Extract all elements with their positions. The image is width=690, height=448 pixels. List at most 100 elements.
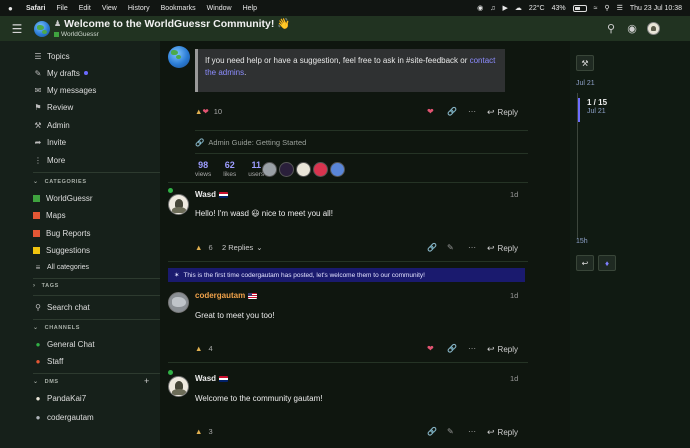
apple-icon[interactable]: ●	[8, 4, 18, 13]
link-icon[interactable]: 🔗	[447, 107, 457, 116]
categories-heading[interactable]: ⌄ CATEGORIES	[33, 178, 87, 186]
avatar[interactable]	[168, 376, 189, 397]
more-icon[interactable]: ⋯	[468, 344, 476, 353]
record-icon[interactable]: ◉	[477, 4, 483, 12]
post-date[interactable]: 1d	[510, 291, 518, 300]
play-icon[interactable]: ▶	[503, 4, 508, 12]
clock[interactable]: Thu 23 Jul 10:38	[630, 5, 682, 12]
more-icon[interactable]: ⋯	[468, 107, 476, 116]
post-likes[interactable]: ▲ 6	[195, 243, 213, 252]
sidebar-item-review[interactable]: ⚑ Review	[33, 100, 73, 114]
admin-avatar[interactable]	[168, 46, 190, 68]
tags-heading[interactable]: › TAGS	[33, 283, 59, 289]
menu-safari[interactable]: Safari	[26, 5, 45, 12]
admin-wrench-button[interactable]: ⚒	[576, 55, 594, 71]
add-dm-icon[interactable]: +	[144, 376, 149, 386]
reply-button[interactable]: ↩ Reply	[487, 344, 518, 355]
avatar[interactable]	[313, 162, 328, 177]
topic-title[interactable]: Welcome to the WorldGuessr Community! 👋	[64, 19, 290, 30]
menu-bookmarks[interactable]: Bookmarks	[161, 5, 196, 12]
search-icon[interactable]: ⚲	[605, 23, 617, 35]
post-date[interactable]: 1d	[510, 190, 518, 199]
notifications-button[interactable]: ♦	[598, 255, 616, 271]
timeline-start-date[interactable]: Jul 21	[576, 80, 595, 87]
reply-button[interactable]: ↩ Reply	[487, 107, 518, 118]
sidebar-category-worldguessr[interactable]: WorldGuessr	[33, 191, 93, 205]
link-icon[interactable]: 🔗	[427, 427, 437, 436]
uk-flag-icon	[219, 191, 229, 198]
sidebar-dm-codergautam[interactable]: ● codergautam	[33, 410, 94, 424]
control-center-icon[interactable]: ☰	[617, 4, 623, 12]
more-icon[interactable]: ⋯	[468, 427, 476, 436]
edit-icon[interactable]: ✎	[447, 427, 454, 436]
sidebar-channel-staff[interactable]: ● Staff	[33, 354, 64, 368]
avatar[interactable]	[168, 194, 189, 215]
sidebar-category-bug-reports[interactable]: Bug Reports	[33, 226, 90, 240]
unread-dot	[83, 71, 88, 75]
post-author[interactable]: codergautam	[195, 291, 258, 300]
sidebar-category-maps[interactable]: Maps	[33, 208, 66, 222]
sidebar-item-more[interactable]: ⋮ More	[33, 153, 65, 167]
avatar[interactable]	[262, 162, 277, 177]
user-avatar[interactable]	[647, 22, 660, 35]
timeline-handle[interactable]	[578, 98, 580, 122]
reply-arrow-icon: ↩	[581, 258, 589, 268]
menu-window[interactable]: Window	[207, 5, 232, 12]
topic-category[interactable]: WorldGuessr	[54, 31, 290, 39]
battery-percent[interactable]: 43%	[552, 5, 566, 12]
search-icon[interactable]: ⚲	[604, 4, 609, 12]
link-icon[interactable]: 🔗	[427, 243, 437, 252]
dms-heading[interactable]: ⌄ DMS	[33, 378, 59, 386]
post-likes[interactable]: ▲ 3	[195, 427, 213, 436]
channels-heading[interactable]: ⌄ CHANNELS	[33, 324, 80, 332]
uk-flag-icon	[219, 375, 229, 382]
site-logo-globe-icon[interactable]	[34, 20, 50, 37]
post-author[interactable]: Wasd	[195, 190, 229, 199]
reply-topic-button[interactable]: ↩	[576, 255, 594, 271]
timeline-end-label[interactable]: 15h	[576, 238, 588, 245]
wifi-icon[interactable]: ≈	[594, 5, 598, 12]
like-icon[interactable]: ❤	[427, 344, 434, 353]
sidebar-search-chat[interactable]: ⚲ Search chat	[33, 300, 90, 314]
avatar[interactable]	[330, 162, 345, 177]
sidebar-item-label: WorldGuessr	[46, 193, 93, 203]
music-icon[interactable]: ♫	[490, 5, 495, 12]
post-author[interactable]: Wasd	[195, 374, 229, 383]
menu-help[interactable]: Help	[243, 5, 257, 12]
sidebar-item-drafts[interactable]: ✎ My drafts	[33, 66, 88, 80]
site-header: ☰ ♟ Welcome to the WorldGuessr Community…	[0, 16, 690, 41]
sidebar-divider	[33, 172, 160, 173]
linked-topic[interactable]: 🔗 Admin Guide: Getting Started	[195, 138, 306, 147]
replies-toggle[interactable]: 2 Replies ⌄	[222, 243, 263, 252]
menu-file[interactable]: File	[56, 5, 67, 12]
like-icon[interactable]: ❤	[427, 107, 434, 116]
sidebar-item-messages[interactable]: ✉ My messages	[33, 83, 97, 97]
more-icon[interactable]: ⋯	[468, 243, 476, 252]
reply-button[interactable]: ↩ Reply	[487, 427, 518, 438]
reply-button[interactable]: ↩ Reply	[487, 243, 518, 254]
avatar[interactable]	[168, 292, 189, 313]
sidebar-item-topics[interactable]: ☰ Topics	[33, 49, 69, 63]
cloud-icon[interactable]: ☁	[515, 4, 522, 12]
post-date[interactable]: 1d	[510, 374, 518, 383]
avatar[interactable]	[296, 162, 311, 177]
sidebar-category-suggestions[interactable]: Suggestions	[33, 243, 90, 257]
sidebar-dm-pandakai7[interactable]: ● PandaKai7	[33, 391, 87, 405]
post-likes[interactable]: ▲ ❤ 10	[195, 107, 222, 116]
menu-view[interactable]: View	[102, 5, 117, 12]
edit-icon[interactable]: ✎	[447, 243, 454, 252]
hamburger-icon[interactable]: ☰	[0, 22, 34, 36]
sidebar-item-admin[interactable]: ⚒ Admin	[33, 118, 69, 132]
menu-edit[interactable]: Edit	[79, 5, 91, 12]
sidebar-channel-general[interactable]: ● General Chat	[33, 337, 95, 351]
menu-history[interactable]: History	[128, 5, 150, 12]
post-likes[interactable]: ▲ 4	[195, 344, 213, 353]
sidebar-item-invite[interactable]: ➦ Invite	[33, 135, 66, 149]
sidebar-all-categories[interactable]: ≡ All categories	[33, 260, 89, 274]
battery-icon[interactable]	[572, 4, 587, 12]
chat-icon[interactable]: ◉	[626, 23, 638, 35]
weather-temperature[interactable]: 22°C	[529, 5, 545, 12]
thumbs-up-icon: ▲	[195, 107, 203, 116]
link-icon[interactable]: 🔗	[447, 344, 457, 353]
avatar[interactable]	[279, 162, 294, 177]
